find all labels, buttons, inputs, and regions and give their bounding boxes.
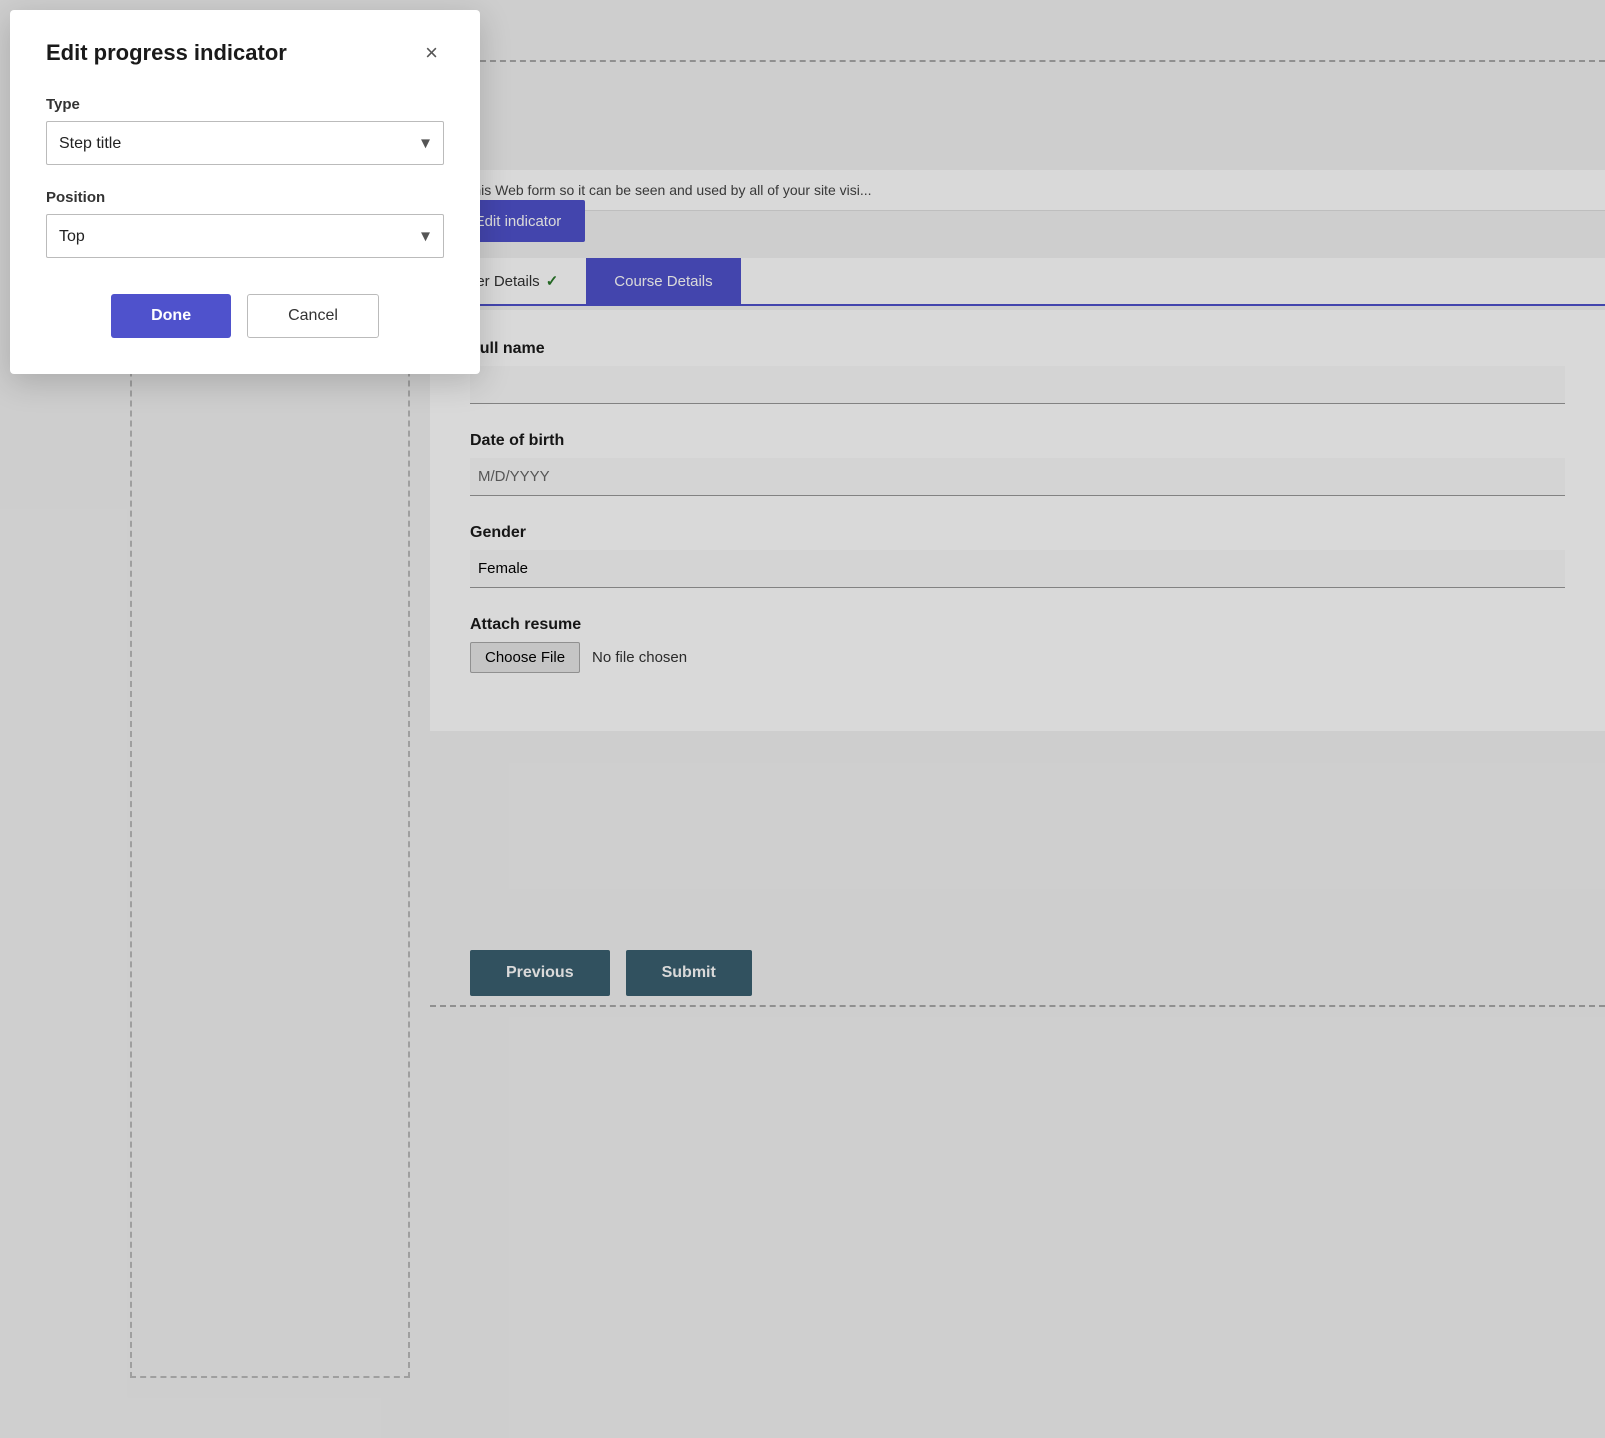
modal-buttons: Done Cancel xyxy=(46,294,444,338)
position-label: Position xyxy=(46,189,444,206)
position-select[interactable]: Top Bottom Left Right xyxy=(46,214,444,258)
cancel-button[interactable]: Cancel xyxy=(247,294,379,338)
modal-header: Edit progress indicator × xyxy=(46,40,444,66)
modal-close-button[interactable]: × xyxy=(419,40,444,66)
type-label: Type xyxy=(46,96,444,113)
position-field: Position Top Bottom Left Right xyxy=(46,189,444,258)
edit-progress-modal: Edit progress indicator × Type Step titl… xyxy=(10,10,480,374)
position-select-wrapper: Top Bottom Left Right xyxy=(46,214,444,258)
done-button[interactable]: Done xyxy=(111,294,231,338)
modal-title: Edit progress indicator xyxy=(46,40,287,66)
type-field: Type Step title Step number Progress bar xyxy=(46,96,444,165)
type-select[interactable]: Step title Step number Progress bar xyxy=(46,121,444,165)
type-select-wrapper: Step title Step number Progress bar xyxy=(46,121,444,165)
